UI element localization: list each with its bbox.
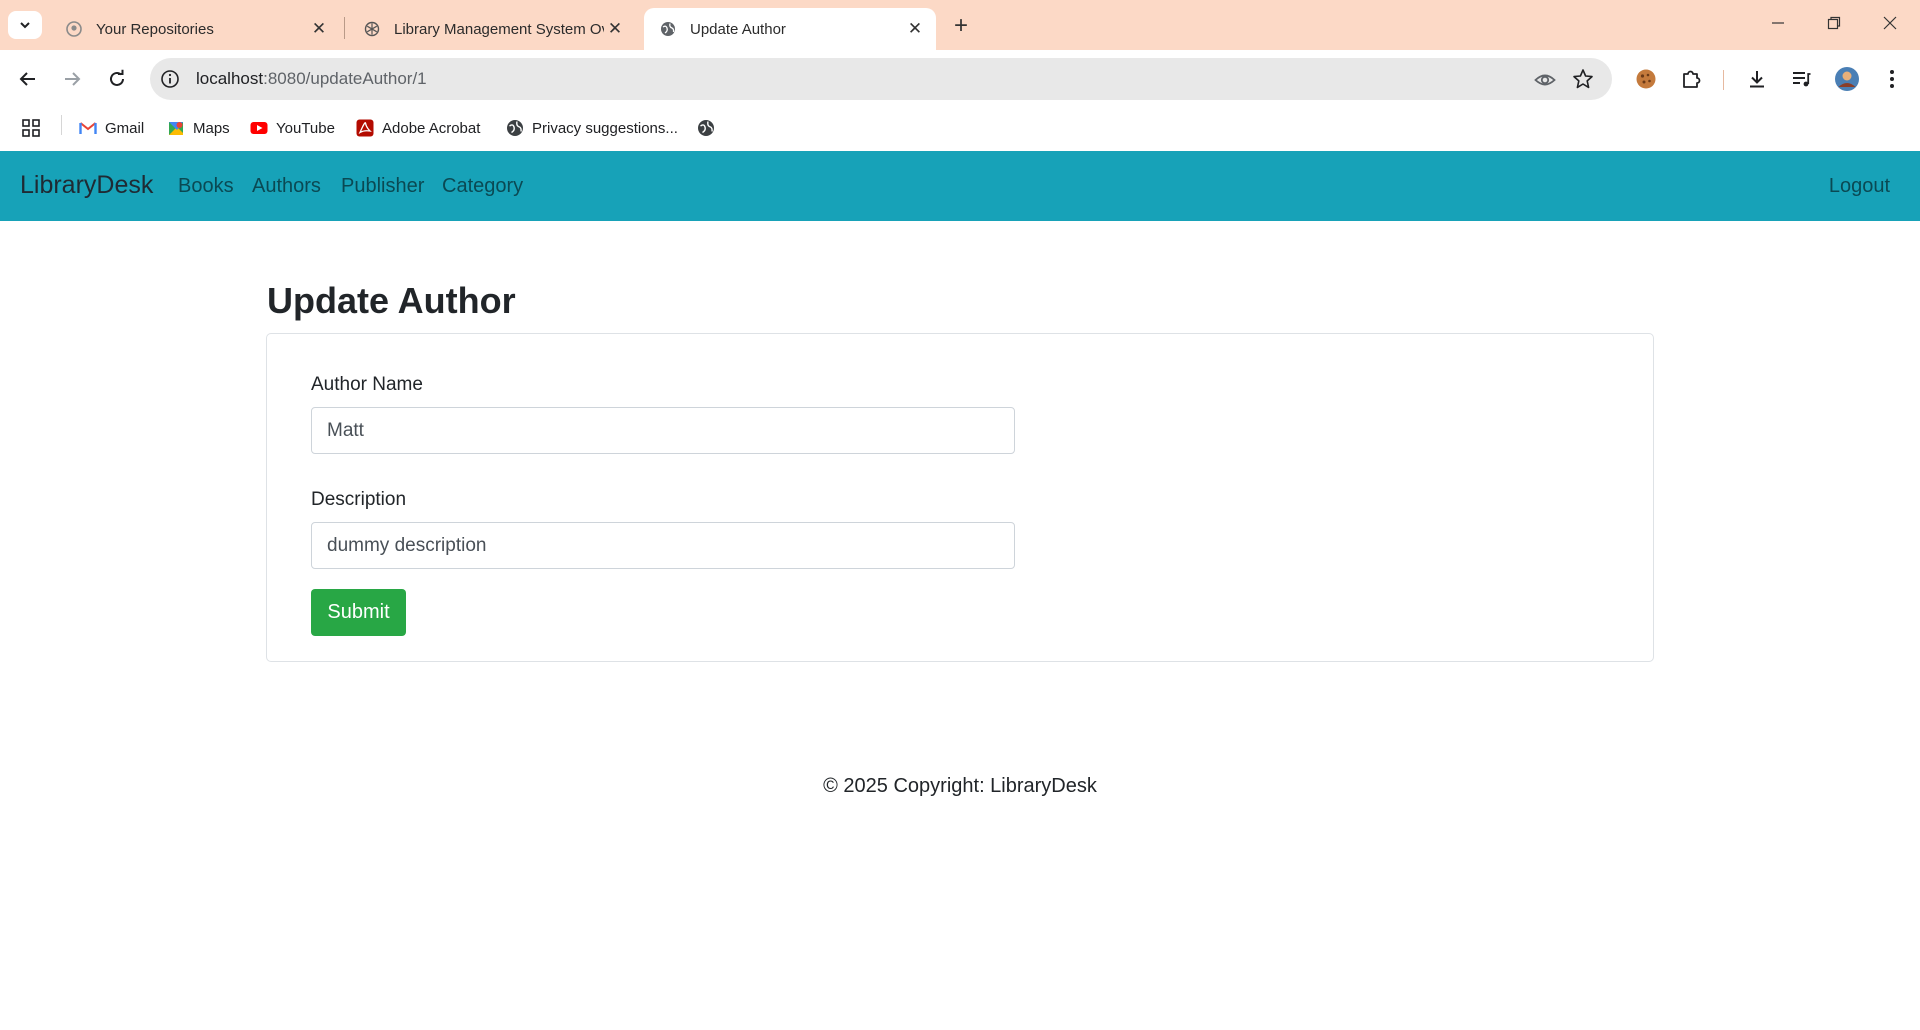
window-close-button[interactable] [1862, 6, 1918, 40]
url-host: localhost [196, 69, 264, 88]
page-title: Update Author [267, 280, 516, 321]
tab-title: Library Management System Ov [394, 20, 604, 38]
playlist-icon [1793, 72, 1811, 87]
description-label: Description [311, 489, 407, 510]
bookmark-label: Maps [193, 119, 230, 137]
address-bar[interactable]: localhost:8080/updateAuthor/1 [150, 58, 1612, 100]
tab-title: Update Author [690, 20, 786, 38]
restore-button[interactable] [1806, 6, 1862, 40]
new-tab-button[interactable]: + [946, 11, 976, 41]
acrobat-icon [356, 119, 374, 137]
browser-tabstrip: Your Repositories ✕ Library Management S… [0, 0, 1920, 50]
tab-title: Your Repositories [96, 20, 214, 38]
downloads-button[interactable] [1742, 64, 1772, 94]
update-author-form-card: Author Name Description Submit [266, 333, 1654, 662]
author-name-label: Author Name [311, 374, 423, 395]
bookmark-maps[interactable]: Maps [167, 115, 230, 141]
tab-update-author[interactable]: Update Author ✕ [644, 8, 936, 50]
app-navbar: LibraryDesk Books Authors Publisher Cate… [0, 151, 1920, 221]
globe-icon [507, 120, 523, 136]
globe-icon [661, 22, 675, 36]
more-vertical-icon [1890, 70, 1894, 88]
reload-icon [110, 69, 124, 86]
avatar-icon [1835, 67, 1859, 91]
url-path: :8080/updateAuthor/1 [263, 69, 427, 88]
github-icon [66, 21, 82, 37]
nav-link-authors[interactable]: Authors [252, 175, 321, 198]
tab-search-button[interactable] [8, 11, 42, 39]
restore-icon [1827, 16, 1841, 30]
arrow-left-icon [19, 72, 35, 86]
gmail-icon [79, 122, 97, 134]
download-icon [1750, 71, 1764, 88]
bookmark-privacy-suggestions[interactable]: Privacy suggestions... [506, 115, 678, 141]
bookmark-label: Privacy suggestions... [532, 119, 678, 137]
minimize-button[interactable] [1750, 6, 1806, 40]
browser-toolbar: localhost:8080/updateAuthor/1 [0, 50, 1920, 108]
bookmarks-separator [61, 115, 62, 135]
author-name-input[interactable] [311, 407, 1015, 454]
reload-button[interactable] [102, 64, 132, 94]
bookmark-label: Adobe Acrobat [382, 119, 481, 137]
toolbar-separator [1723, 70, 1724, 90]
copyright-text: © 2025 Copyright: LibraryDesk [823, 775, 1097, 797]
nav-link-category[interactable]: Category [442, 175, 523, 198]
page-footer: © 2025 Copyright: LibraryDesk [0, 775, 1920, 798]
openai-icon [364, 21, 380, 37]
apps-button[interactable] [21, 115, 41, 141]
plus-icon: + [953, 12, 968, 39]
youtube-icon [250, 122, 268, 134]
tab-separator [344, 17, 345, 39]
close-icon[interactable]: ✕ [904, 18, 926, 40]
bookmark-label: YouTube [276, 119, 335, 137]
cookie-extension-button[interactable] [1631, 64, 1661, 94]
logout-link[interactable]: Logout [1829, 175, 1890, 198]
bookmark-youtube[interactable]: YouTube [250, 115, 335, 141]
description-input[interactable] [311, 522, 1015, 569]
browser-menu-button[interactable] [1877, 64, 1907, 94]
bookmark-globe[interactable] [697, 115, 723, 141]
nav-link-publisher[interactable]: Publisher [341, 175, 424, 198]
bookmark-gmail[interactable]: Gmail [79, 115, 144, 141]
navbar-brand[interactable]: LibraryDesk [20, 171, 153, 200]
chevron-down-icon [20, 22, 30, 29]
back-button[interactable] [13, 64, 43, 94]
close-icon[interactable]: ✕ [308, 18, 330, 40]
url-text[interactable]: localhost:8080/updateAuthor/1 [196, 69, 427, 89]
extensions-button[interactable] [1676, 64, 1706, 94]
cookie-icon [1636, 69, 1656, 89]
apps-grid-icon [22, 119, 40, 137]
media-controls-button[interactable] [1786, 64, 1816, 94]
bookmarks-bar: Gmail Maps YouTube Adobe Acrobat Privacy… [0, 108, 1920, 150]
bookmark-adobe-acrobat[interactable]: Adobe Acrobat [356, 115, 480, 141]
minimize-icon [1772, 22, 1784, 24]
site-info-icon[interactable] [160, 69, 180, 89]
arrow-right-icon [65, 72, 81, 86]
tab-library-management-system[interactable]: Library Management System Ov ✕ [348, 8, 636, 50]
submit-button[interactable]: Submit [311, 589, 406, 636]
maps-icon [169, 122, 183, 135]
puzzle-icon [1683, 70, 1701, 88]
tab-your-repositories[interactable]: Your Repositories ✕ [50, 8, 340, 50]
forward-button[interactable] [57, 64, 87, 94]
eye-icon[interactable] [1534, 69, 1556, 91]
star-icon[interactable] [1572, 68, 1594, 90]
nav-link-books[interactable]: Books [178, 175, 234, 198]
close-icon[interactable]: ✕ [604, 18, 626, 40]
profile-avatar[interactable] [1832, 64, 1862, 94]
close-icon [1883, 16, 1897, 30]
bookmark-label: Gmail [105, 119, 145, 137]
globe-icon [698, 120, 714, 136]
